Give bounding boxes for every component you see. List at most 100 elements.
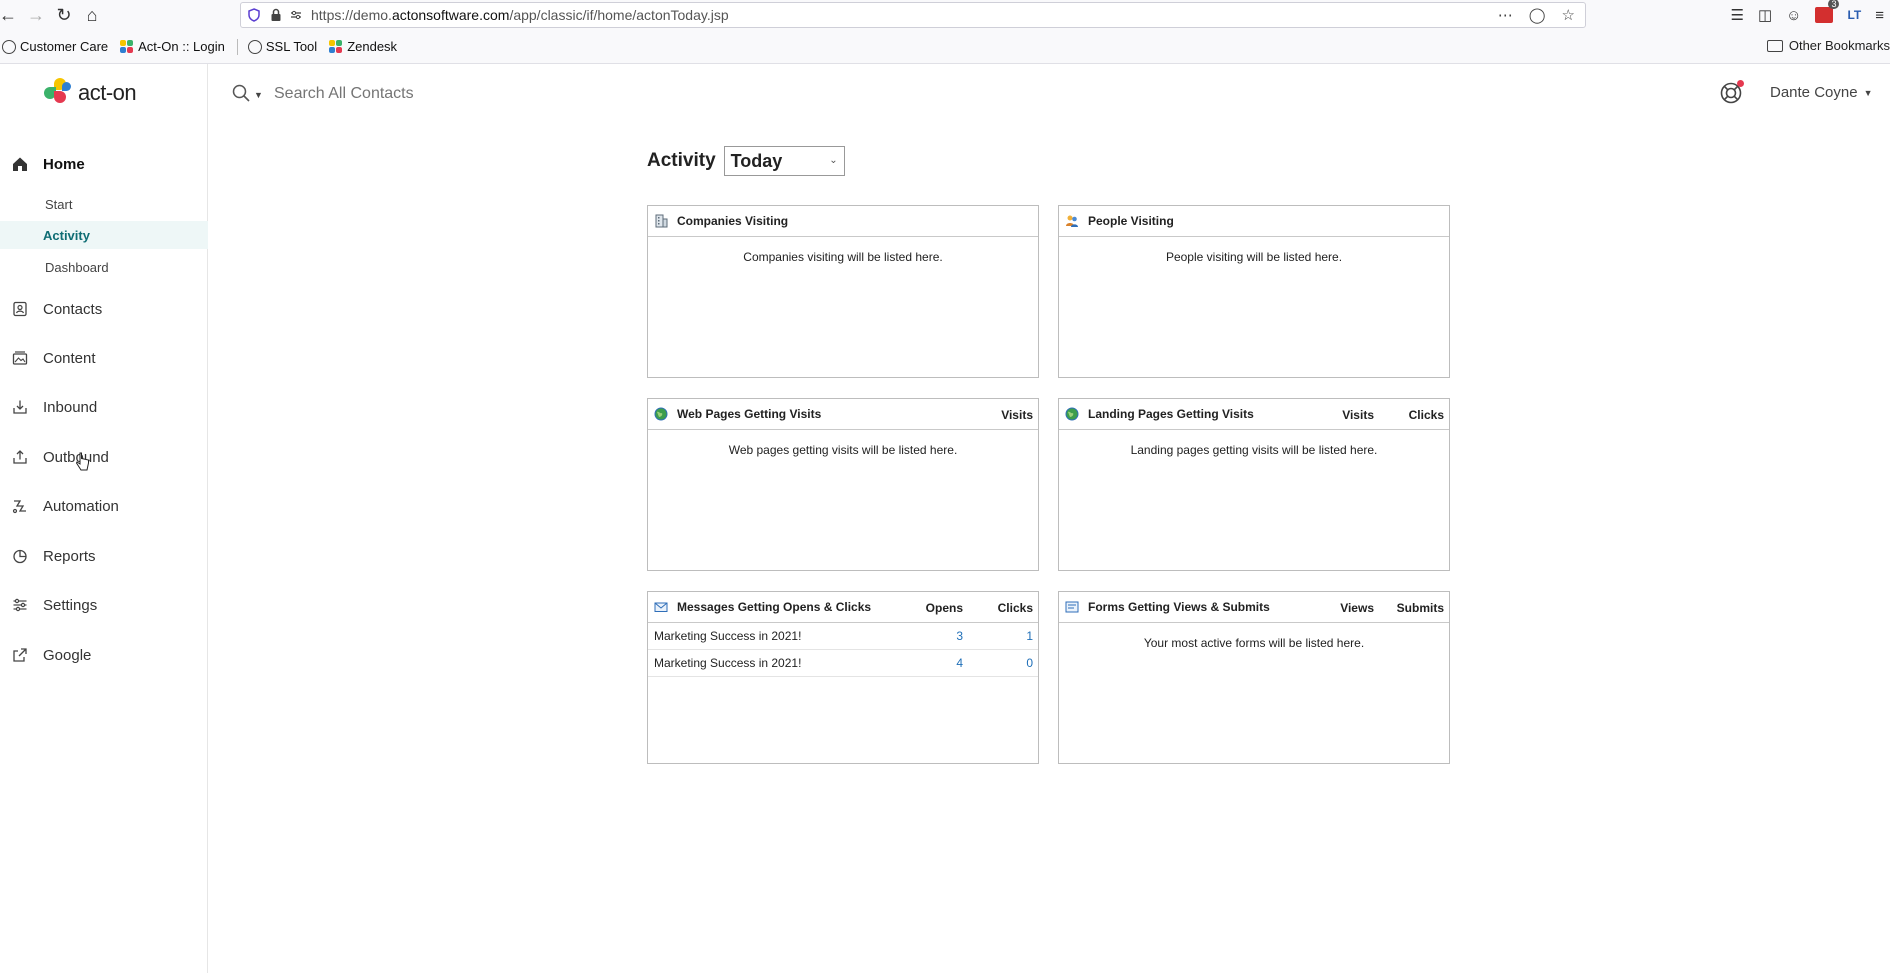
bookmark-star-icon[interactable]: ☆ bbox=[1562, 6, 1575, 24]
period-select[interactable]: Today ⌄ bbox=[723, 146, 845, 176]
url-bar[interactable]: https://demo.actonsoftware.com/app/class… bbox=[240, 2, 1586, 28]
form-icon bbox=[1065, 601, 1079, 613]
sidebar-item-home[interactable]: Home bbox=[0, 146, 208, 182]
opens-count[interactable]: 3 bbox=[956, 629, 963, 643]
account-icon[interactable]: ☺ bbox=[1786, 7, 1801, 24]
messages-panel: Messages Getting Opens & Clicks Opens Cl… bbox=[647, 591, 1039, 764]
forms-panel: Forms Getting Views & Submits Views Subm… bbox=[1058, 591, 1450, 764]
table-row[interactable]: Marketing Success in 2021! 4 0 bbox=[648, 650, 1038, 677]
act-on-logo-icon bbox=[120, 39, 134, 54]
globe-icon bbox=[2, 39, 16, 54]
url-path: /app/classic/if/home/actonToday.jsp bbox=[509, 7, 729, 23]
sidebar-item-label: Automation bbox=[43, 497, 119, 515]
web-pages-panel: Web Pages Getting Visits Visits Web page… bbox=[647, 398, 1039, 571]
empty-message: People visiting will be listed here. bbox=[1165, 250, 1343, 264]
panel-title: People Visiting bbox=[1088, 214, 1174, 228]
column-header-views[interactable]: Views bbox=[1340, 601, 1374, 615]
permissions-icon bbox=[291, 10, 301, 20]
user-name: Dante Coyne bbox=[1770, 84, 1858, 101]
column-header-submits[interactable]: Submits bbox=[1397, 601, 1444, 615]
envelope-icon bbox=[654, 602, 668, 612]
sidebar-subitem-label: Dashboard bbox=[45, 259, 109, 275]
sidebar-item-content[interactable]: Content bbox=[0, 340, 208, 376]
sidebar-subitem-dashboard[interactable]: Dashboard bbox=[0, 253, 208, 281]
table-row[interactable]: Marketing Success in 2021! 3 1 bbox=[648, 623, 1038, 650]
sidebar-item-settings[interactable]: Settings bbox=[0, 587, 208, 623]
sidebar-item-inbound[interactable]: Inbound bbox=[0, 389, 208, 425]
user-menu[interactable]: Dante Coyne ▼ bbox=[1770, 84, 1872, 101]
library-icon[interactable]: ☰ bbox=[1730, 6, 1743, 24]
message-name[interactable]: Marketing Success in 2021! bbox=[654, 629, 801, 643]
back-icon[interactable]: ← bbox=[0, 1, 22, 29]
forward-icon[interactable]: → bbox=[22, 1, 50, 29]
act-on-logo[interactable]: act-on bbox=[44, 78, 137, 108]
column-header-clicks[interactable]: Clicks bbox=[1409, 408, 1444, 422]
column-header-clicks[interactable]: Clicks bbox=[998, 601, 1033, 615]
contacts-icon bbox=[11, 300, 29, 318]
sidebar-item-label: Reports bbox=[43, 547, 96, 565]
more-actions-icon[interactable]: ⋯ bbox=[1498, 6, 1513, 24]
panel-title: Landing Pages Getting Visits bbox=[1088, 407, 1254, 421]
column-header-visits[interactable]: Visits bbox=[1001, 408, 1033, 422]
menu-icon[interactable]: ≡ bbox=[1875, 7, 1884, 24]
sidebar-item-contacts[interactable]: Contacts bbox=[0, 291, 208, 327]
clicks-count[interactable]: 1 bbox=[1026, 629, 1033, 643]
reload-icon[interactable]: ↻ bbox=[50, 1, 78, 29]
notification-dot bbox=[1737, 80, 1744, 87]
sidebar-subitem-activity[interactable]: Activity bbox=[0, 221, 208, 249]
bookmark-ssl-tool[interactable]: SSL Tool bbox=[247, 39, 317, 54]
bookmark-label: Zendesk bbox=[347, 39, 398, 54]
sidebar-subitem-label: Start bbox=[45, 196, 73, 212]
bookmark-act-on-login[interactable]: Act-On :: Login bbox=[120, 39, 225, 54]
sidebar-item-outbound[interactable]: Outbound bbox=[0, 439, 208, 475]
sidebar-item-automation[interactable]: Automation bbox=[0, 488, 208, 524]
sidebar-subitem-start[interactable]: Start bbox=[0, 190, 208, 218]
mouse-cursor-icon bbox=[76, 452, 89, 471]
languagetool-icon[interactable]: LT bbox=[1847, 8, 1861, 22]
page-title: Activity bbox=[647, 150, 716, 171]
bookmark-label: Act-On :: Login bbox=[138, 39, 225, 54]
panel-header: Forms Getting Views & Submits Views Subm… bbox=[1059, 592, 1449, 623]
extension-icon[interactable]: 3 bbox=[1815, 0, 1840, 23]
bookmark-separator bbox=[236, 38, 238, 55]
people-visiting-panel: People Visiting People visiting will be … bbox=[1058, 205, 1450, 378]
bookmark-zendesk[interactable]: Zendesk bbox=[329, 39, 397, 54]
external-link-icon bbox=[11, 646, 29, 664]
globe-icon bbox=[247, 39, 262, 54]
companies-visiting-panel: Companies Visiting Companies visiting wi… bbox=[647, 205, 1039, 378]
shield-icon bbox=[248, 8, 260, 22]
clicks-count[interactable]: 0 bbox=[1026, 656, 1033, 670]
pocket-icon[interactable]: ◯ bbox=[1529, 6, 1546, 24]
search-icon[interactable] bbox=[232, 84, 250, 102]
bookmark-customer-care[interactable]: Customer Care bbox=[2, 39, 108, 54]
sidebar: act-on Home Start Activity Dashboard Con… bbox=[0, 64, 208, 973]
sidebar-item-label: Content bbox=[43, 349, 96, 367]
search-input[interactable] bbox=[274, 82, 634, 106]
folder-icon bbox=[1766, 39, 1783, 52]
outbound-icon bbox=[11, 448, 29, 466]
url-domain: actonsoftware.com bbox=[391, 7, 510, 23]
panel-title: Messages Getting Opens & Clicks bbox=[677, 600, 872, 614]
message-name[interactable]: Marketing Success in 2021! bbox=[654, 656, 801, 670]
people-icon bbox=[1066, 215, 1078, 227]
chevron-down-icon: ⌄ bbox=[829, 155, 838, 166]
empty-message: Landing pages getting visits will be lis… bbox=[1130, 443, 1378, 457]
sidebar-item-label: Contacts bbox=[43, 300, 103, 318]
bookmarks-bar: Customer Care Act-On :: Login SSL Tool Z… bbox=[0, 30, 1890, 64]
sidebar-toggle-icon[interactable]: ◫ bbox=[1758, 6, 1772, 24]
sidebar-item-reports[interactable]: Reports bbox=[0, 538, 208, 574]
landing-pages-panel: Landing Pages Getting Visits Visits Clic… bbox=[1058, 398, 1450, 571]
bookmark-label: Customer Care bbox=[20, 39, 109, 54]
sidebar-item-google[interactable]: Google bbox=[0, 637, 208, 673]
chevron-down-icon[interactable]: ▼ bbox=[254, 90, 263, 100]
other-bookmarks[interactable]: Other Bookmarks bbox=[1766, 38, 1890, 53]
panel-header: Landing Pages Getting Visits Visits Clic… bbox=[1059, 399, 1449, 430]
opens-count[interactable]: 4 bbox=[956, 656, 963, 670]
column-header-visits[interactable]: Visits bbox=[1342, 408, 1374, 422]
sidebar-item-label: Inbound bbox=[43, 398, 98, 416]
column-header-opens[interactable]: Opens bbox=[926, 601, 963, 615]
home-icon[interactable]: ⌂ bbox=[78, 1, 106, 29]
settings-icon bbox=[11, 596, 29, 614]
building-icon bbox=[655, 214, 668, 228]
url-prefix: https://demo. bbox=[311, 7, 392, 23]
